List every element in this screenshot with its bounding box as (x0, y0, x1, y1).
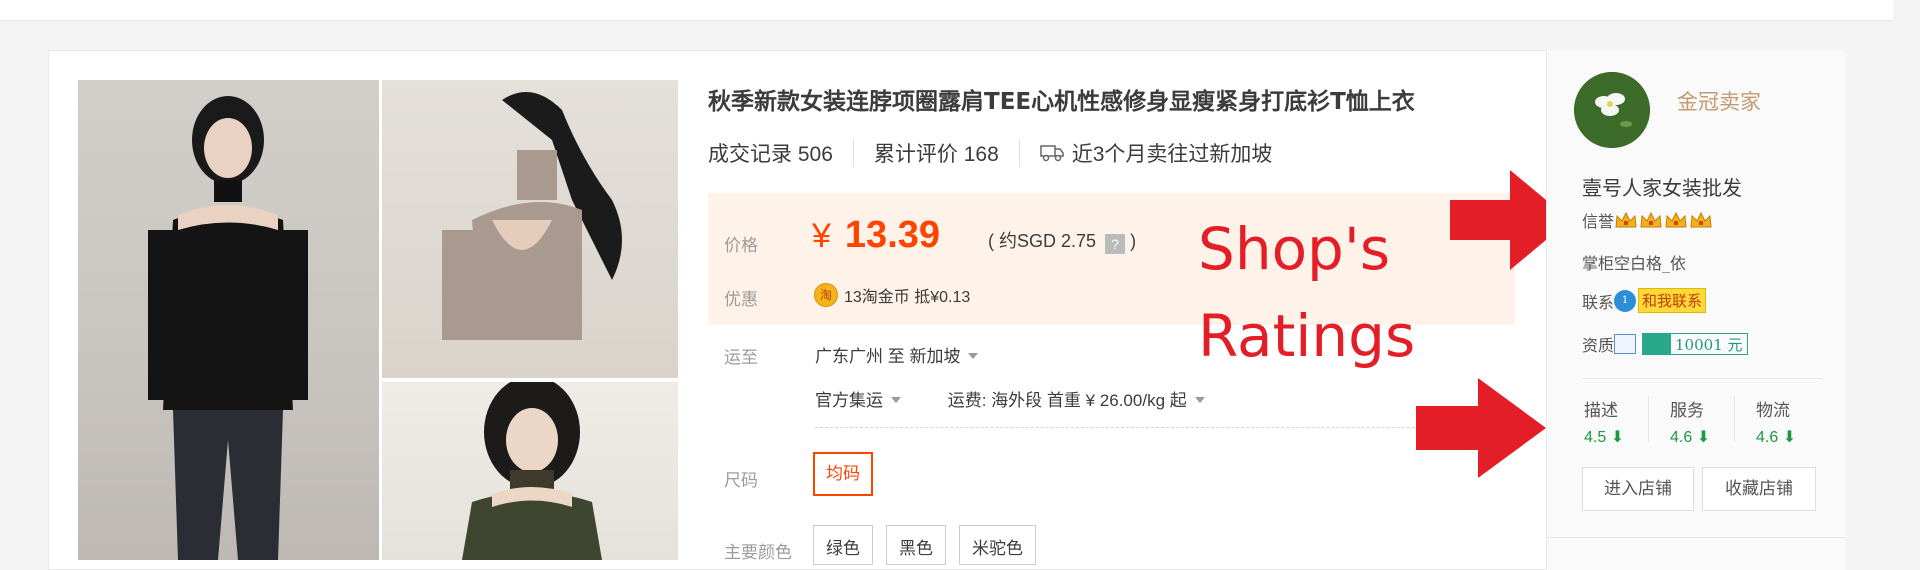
product-stats: 成交记录 506 累计评价 168 近3个月卖往过新加坡 (708, 138, 1272, 168)
rating-label: 物流 (1756, 401, 1790, 420)
ship-method-row: 官方集运 运费: 海外段 首重 ¥ 26.00/kg 起 (815, 386, 1205, 411)
product-image-green[interactable] (382, 382, 678, 560)
credit-label: 信誉 (1582, 212, 1615, 231)
rating-label: 描述 (1584, 401, 1618, 420)
ship-route-text: 广东广州 至 新加坡 (815, 347, 961, 366)
id-card-icon[interactable] (1614, 334, 1637, 354)
size-label: 尺码 (724, 471, 758, 490)
arrow-down-icon: ⬇ (1696, 429, 1711, 446)
contact-label: 联系 (1582, 292, 1615, 312)
taojinbi-coin-icon: 淘 (814, 283, 838, 307)
size-option-button[interactable]: 均码 (813, 452, 873, 496)
color-label: 主要颜色 (724, 543, 792, 562)
qualification-row: 资质 10001 元 (1582, 332, 1748, 356)
product-title: 秋季新款女装连脖项圈露肩TEE心机性感修身显瘦紧身打底衫T恤上衣 (708, 89, 1415, 115)
divider (1648, 396, 1649, 442)
arrow-down-icon: ⬇ (1610, 429, 1625, 446)
price-approx: ( 约SGD 2.75 ? ) (988, 227, 1136, 254)
rating-service: 服务 4.6 ⬇ (1670, 396, 1710, 447)
chevron-down-icon (891, 397, 901, 403)
keeper-name: 空白格_依 (1614, 254, 1687, 273)
ship-fee-text: 运费: 海外段 首重 ¥ 26.00/kg 起 (947, 391, 1187, 410)
reviews-link[interactable]: 累计评价 168 (874, 138, 999, 168)
rating-label: 服务 (1670, 401, 1704, 420)
ship-method-select[interactable]: 官方集运 (815, 391, 901, 410)
chat-icon: 1 (1614, 289, 1637, 312)
price-value: ¥13.39 (812, 213, 940, 258)
promo-label: 优惠 (724, 290, 758, 309)
divider (815, 427, 1515, 428)
qualification-label: 资质 (1582, 336, 1615, 355)
rating-value: 4.5 (1584, 429, 1607, 446)
shop-name[interactable]: 壹号人家女装批发 (1582, 172, 1742, 201)
crown-icon (1614, 210, 1638, 230)
enter-shop-button[interactable]: 进入店铺 (1582, 467, 1694, 511)
ship-to-label: 运至 (724, 348, 758, 367)
color-option-black[interactable]: 黑色 (886, 525, 946, 565)
price-label: 价格 (724, 236, 758, 255)
approx-close: ) (1130, 231, 1137, 251)
arrow-down-icon: ⬇ (1782, 429, 1797, 446)
divider (1546, 537, 1845, 538)
divider (1582, 378, 1822, 379)
chevron-down-icon (1194, 397, 1205, 403)
rating-value: 4.6 (1756, 429, 1779, 446)
truck-icon (1040, 144, 1064, 162)
shop-avatar[interactable] (1574, 72, 1650, 148)
product-image-back[interactable] (382, 80, 678, 378)
product-gallery (78, 80, 678, 560)
promo-text: 13淘金币 抵¥0.13 (844, 289, 971, 306)
annotation-text-line2: Ratings (1198, 302, 1416, 370)
deposit-badge[interactable]: 10001 元 (1642, 333, 1748, 355)
divider (1018, 139, 1020, 167)
seller-type: 金冠卖家 (1677, 91, 1761, 114)
top-bar (0, 0, 1893, 21)
chevron-down-icon (968, 353, 979, 359)
currency-symbol: ¥ (812, 217, 831, 255)
sold-to-text: 近3个月卖往过新加坡 (1071, 143, 1273, 166)
rating-logistics: 物流 4.6 ⬇ (1756, 396, 1796, 447)
approx-text: ( 约SGD 2.75 (988, 231, 1097, 251)
product-image-main[interactable] (78, 80, 379, 560)
ship-fee-select[interactable]: 运费: 海外段 首重 ¥ 26.00/kg 起 (948, 391, 1205, 410)
contact-seller-button[interactable]: 和我联系 (1638, 288, 1707, 313)
ship-route-select[interactable]: 广东广州 至 新加坡 (815, 342, 979, 367)
divider (1734, 396, 1735, 442)
color-option-green[interactable]: 绿色 (813, 525, 873, 565)
deposit-icon (1643, 334, 1672, 354)
rating-description: 描述 4.5 ⬇ (1584, 396, 1624, 447)
ship-method-text: 官方集运 (815, 391, 883, 410)
price-amount: 13.39 (844, 214, 941, 256)
help-icon[interactable]: ? (1105, 234, 1126, 254)
divider (852, 139, 854, 167)
favorite-shop-button[interactable]: 收藏店铺 (1702, 467, 1816, 511)
annotation-arrow-icon (1416, 378, 1546, 478)
crown-icon (1689, 210, 1713, 230)
deposit-amount: 10001 元 (1675, 335, 1743, 354)
rating-value: 4.6 (1670, 429, 1693, 446)
sales-record-link[interactable]: 成交记录 506 (708, 138, 833, 168)
keeper-row: 掌柜 空白格_依 (1582, 250, 1686, 274)
crown-icon (1639, 210, 1663, 230)
keeper-label: 掌柜 (1582, 254, 1615, 273)
promo-info: 淘 13淘金币 抵¥0.13 (814, 283, 970, 307)
annotation-text-line1: Shop's (1198, 215, 1391, 283)
color-option-camel[interactable]: 米驼色 (959, 525, 1036, 565)
contact-row: 联系 1 和我联系 (1582, 288, 1707, 313)
credit-row: 信誉 (1582, 208, 1714, 232)
crown-icon (1664, 210, 1688, 230)
